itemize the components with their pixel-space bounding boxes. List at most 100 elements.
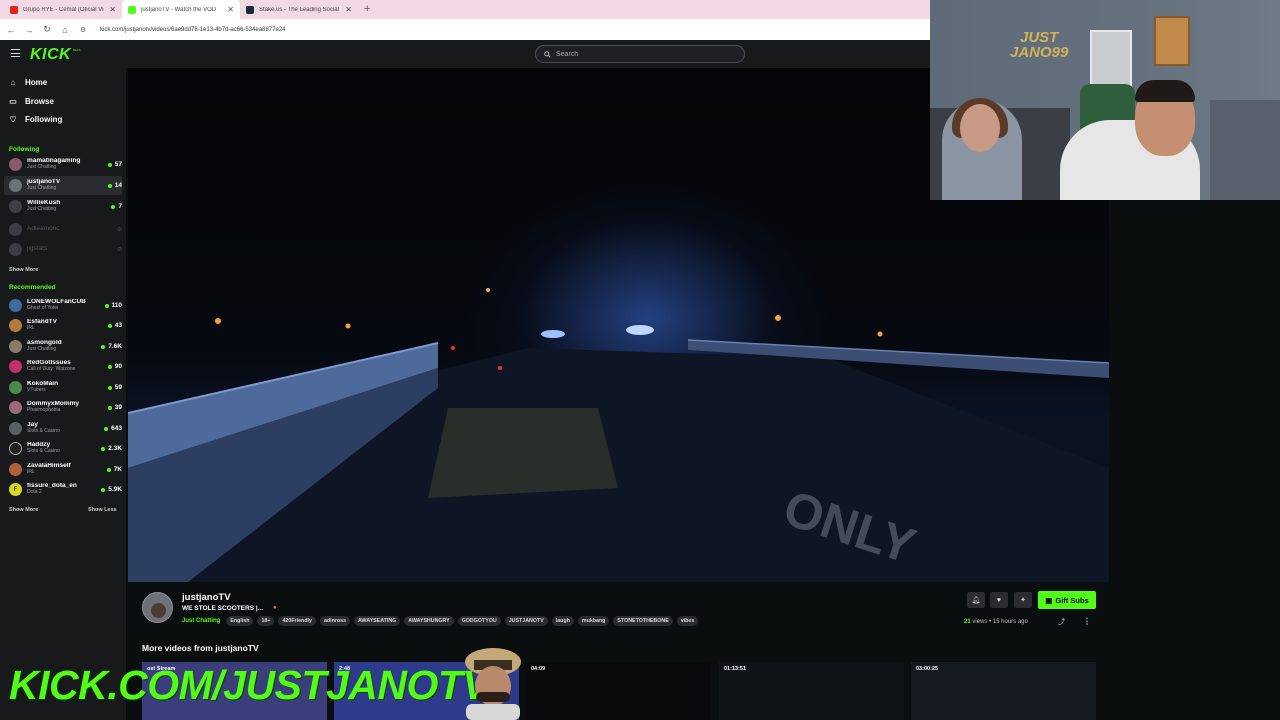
viewer-count: 57	[107, 161, 122, 168]
browser-tab-active[interactable]: justjanoTV - Watch the VOD ✕	[122, 0, 240, 19]
channel-category: Just Chatting	[27, 346, 57, 353]
recommended-channel[interactable]: Haddzy Slots & Casino 2.3K	[4, 439, 122, 458]
tag[interactable]: mukbang	[577, 616, 610, 626]
viewer-count: 5.9K	[101, 486, 122, 493]
recommended-channel[interactable]: asmongold Just Chatting 7.6K	[4, 337, 122, 356]
close-tab-icon[interactable]: ✕	[345, 5, 352, 14]
home-icon: ⌂	[10, 78, 16, 87]
viewer-count: 2.3K	[101, 445, 122, 452]
tab-title: Grupo RYE - Cemal (Oficial Vid	[23, 6, 105, 13]
channel-category: Just Chatting	[27, 164, 57, 171]
tag[interactable]: laugh	[551, 616, 574, 626]
site-info-icon[interactable]: ⚙	[78, 26, 88, 34]
tab-title: justjanoTV - Watch the VOD	[141, 6, 217, 13]
live-dot-icon	[107, 323, 112, 328]
video-duration: 01:13:51	[724, 666, 747, 672]
channel-category: IRL	[27, 325, 35, 332]
live-dot-icon	[104, 426, 109, 431]
tag[interactable]: JUSTJANOTV	[504, 616, 548, 626]
channel-name: ZavalaHimself	[27, 463, 71, 470]
view-stats: 21 views • 15 hours ago	[964, 619, 1028, 625]
more-videos-title: More videos from justjanoTV	[142, 643, 259, 653]
avatar	[9, 463, 22, 476]
search-input[interactable]	[556, 50, 726, 58]
tag[interactable]: GODGOTYOU	[457, 616, 501, 626]
video-thumbnail[interactable]: 04:09	[526, 662, 711, 720]
separator: •	[989, 619, 992, 625]
recommended-channel[interactable]: RedGotIssues Call of Duty: Warzone 90	[4, 357, 122, 376]
recommended-channel[interactable]: Jay Slots & Casino 643	[4, 419, 122, 438]
following-channel[interactable]: jigstats ⊘	[4, 240, 122, 259]
avatar	[9, 422, 22, 435]
recommended-channel[interactable]: F fissure_dota_en Dota 2 5.9K	[4, 480, 122, 499]
recommended-show-more[interactable]: Show More	[9, 507, 38, 513]
following-channel[interactable]: mamatinagaming Just Chatting 57	[4, 155, 122, 174]
viewer-count: 643	[104, 425, 122, 432]
back-arrow-icon[interactable]: ←	[6, 25, 16, 35]
viewer-count: 39	[107, 404, 122, 411]
nav-following[interactable]: ♡ Following	[8, 115, 62, 124]
nav-home[interactable]: ⌂ Home	[8, 78, 48, 87]
bell-icon: 🔔︎	[971, 597, 981, 604]
clip-button[interactable]: ✦	[1014, 592, 1032, 608]
category-link[interactable]: Just Chatting	[182, 618, 220, 624]
recommended-show-less[interactable]: Show Less	[88, 507, 117, 513]
browser-tab[interactable]: Grupo RYE - Cemal (Oficial Vid ✕	[4, 0, 122, 19]
tag[interactable]: English	[226, 616, 254, 626]
channel-category: Call of Duty: Warzone	[27, 366, 76, 373]
video-thumbnail[interactable]: 03:00:25	[911, 662, 1096, 720]
share-icon[interactable]: ⤴	[1058, 617, 1065, 627]
channel-category: IRL	[27, 469, 35, 476]
gift-subs-button[interactable]: ▣ Gift Subs	[1038, 591, 1096, 609]
gift-label: Gift Subs	[1055, 595, 1089, 605]
tag[interactable]: adinross	[319, 616, 351, 626]
avatar	[9, 223, 22, 236]
nav-label: Home	[25, 78, 48, 87]
url-field[interactable]: kick.com/justjanotv/videos/6ae9dd78-1e13…	[100, 27, 285, 33]
channel-name: jigstats	[27, 246, 48, 253]
recommended-channel[interactable]: EsfandTV IRL 43	[4, 316, 122, 335]
recommended-channel[interactable]: ZavalaHimself IRL 7K	[4, 460, 122, 479]
tag[interactable]: 18+	[257, 616, 275, 626]
forward-arrow-icon[interactable]: →	[24, 25, 34, 35]
following-channel[interactable]: WillieKush Just Chatting 7	[4, 197, 122, 216]
avatar	[9, 360, 22, 373]
live-dot-icon	[107, 162, 112, 167]
viewer-count: 7.6K	[101, 343, 122, 350]
home-browser-icon[interactable]: ⌂	[60, 25, 70, 35]
close-tab-icon[interactable]: ✕	[227, 5, 234, 14]
reload-icon[interactable]: ↻	[42, 24, 52, 35]
notification-bell-button[interactable]: 🔔︎	[967, 592, 985, 608]
beta-badge: BETA	[73, 48, 81, 52]
tag[interactable]: vibes	[676, 616, 699, 626]
tag[interactable]: AWAYSHUNGRY	[404, 616, 454, 626]
channel-avatar[interactable]	[142, 592, 173, 623]
close-tab-icon[interactable]: ✕	[109, 5, 116, 14]
recommended-channel[interactable]: LONEWOLFanCUB Ghost of Yotei 110	[4, 296, 122, 315]
browser-tab[interactable]: Stake.us - The Leading Social C ✕	[240, 0, 358, 19]
recommended-channel[interactable]: DommyxMommy Phasmophobia 39	[4, 398, 122, 417]
nav-browse[interactable]: ▭ Browse	[8, 97, 54, 106]
tag[interactable]: STONETOTHEBONE	[613, 616, 673, 626]
tag-list: Just Chatting English 18+ 420Friendly ad…	[182, 616, 699, 626]
live-dot-icon	[101, 446, 106, 451]
tag[interactable]: 420Friendly	[278, 616, 316, 626]
follow-button[interactable]: ♥	[990, 592, 1008, 608]
channel-url-overlay: KICK.COM/JUSTJANOTV	[9, 662, 490, 708]
new-tab-button[interactable]: +	[358, 0, 376, 19]
live-dot-icon	[107, 364, 112, 369]
search-bar[interactable]	[535, 45, 745, 63]
following-channel[interactable]: Adleamonc ⊘	[4, 220, 122, 239]
following-show-more[interactable]: Show More	[9, 267, 38, 273]
channel-category: Slots & Casino	[27, 428, 60, 435]
recommended-channel[interactable]: KokoMain VTubers 59	[4, 378, 122, 397]
kick-logo[interactable]: KICK	[30, 46, 71, 64]
more-options-icon[interactable]: ⋮	[1083, 617, 1091, 626]
tag[interactable]: AWAYSEATING	[354, 616, 401, 626]
video-thumbnail[interactable]: 01:13:51	[719, 662, 904, 720]
viewer-count: 7	[111, 203, 122, 210]
channel-name[interactable]: justjanoTV	[182, 592, 231, 603]
menu-icon[interactable]	[11, 49, 20, 57]
video-duration: 04:09	[531, 666, 546, 672]
following-channel[interactable]: justjanoTV Just Chatting 14	[4, 176, 122, 195]
